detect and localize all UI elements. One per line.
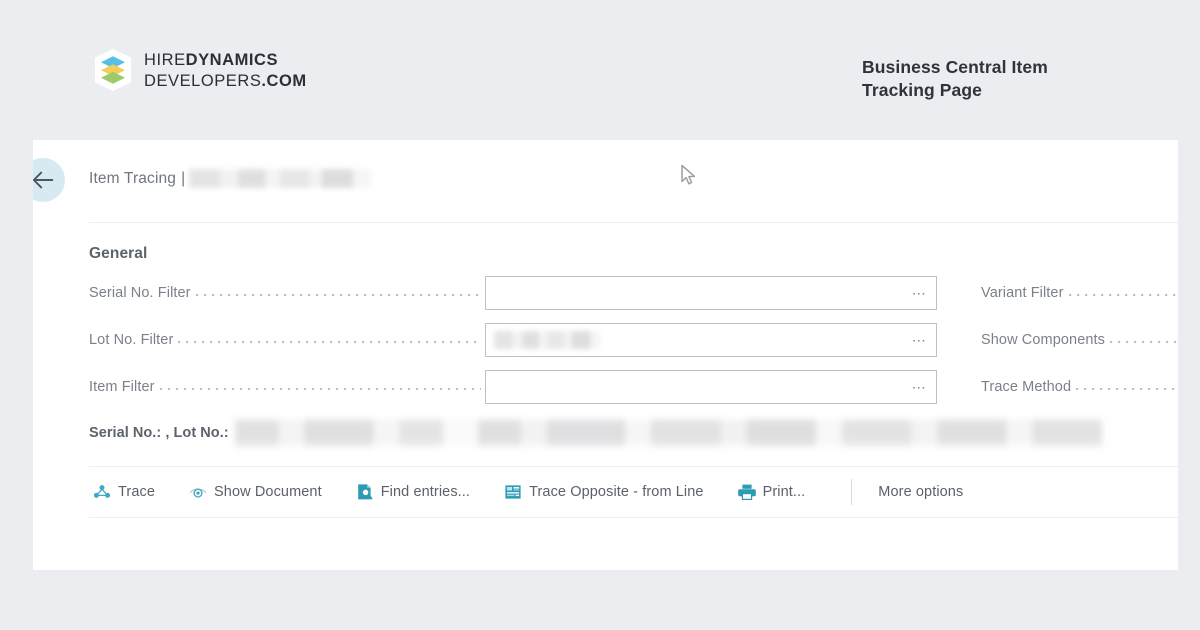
field-lot-no-filter: Lot No. Filter ⋯: [89, 323, 937, 357]
find-entries-magnifier-icon: [357, 484, 373, 500]
general-section: General Serial No. Filter ⋯ Variant Filt…: [33, 223, 1178, 466]
app-window-card: Item Tracing | General Serial No. Filter…: [33, 140, 1178, 570]
breadcrumb[interactable]: Item Tracing |: [89, 169, 372, 188]
brand-developers: DEVELOPERS: [144, 71, 262, 90]
field-label: Show Components: [981, 332, 1106, 348]
page-title: Business Central Item Tracking Page: [862, 57, 1048, 101]
app-topbar: Item Tracing |: [33, 140, 1178, 222]
dotted-leader: [1076, 382, 1178, 396]
item-filter-input[interactable]: ⋯: [485, 370, 937, 404]
field-label: Variant Filter: [981, 285, 1064, 301]
dotted-leader: [178, 335, 481, 349]
action-bar: Trace Show Document Find entries... Trac…: [33, 467, 1178, 517]
dotted-leader: [1068, 288, 1178, 302]
brand-line-2: DEVELOPERS.COM: [144, 71, 307, 91]
summary-label: Serial No.: , Lot No.:: [89, 425, 229, 441]
summary-value-redacted: [234, 419, 1102, 447]
form-row: Serial No. Filter ⋯ Variant Filter: [89, 272, 1178, 319]
trace-icon: [93, 485, 111, 498]
action-print[interactable]: Print...: [734, 477, 818, 507]
brand-dynamics: DYNAMICS: [185, 51, 279, 70]
action-label: Find entries...: [380, 484, 471, 500]
field-label: Lot No. Filter: [89, 332, 174, 348]
field-variant-filter: Variant Filter: [981, 276, 1178, 310]
back-button[interactable]: [33, 158, 65, 202]
action-show-document[interactable]: Show Document: [185, 477, 334, 507]
field-item-filter: Item Filter ⋯: [89, 370, 937, 404]
action-find-entries[interactable]: Find entries...: [352, 477, 482, 507]
printer-icon: [737, 484, 756, 501]
form-row: Lot No. Filter ⋯ Show Components: [89, 319, 1178, 366]
actionbar-bottom-divider: [89, 517, 1178, 518]
serial-lot-summary: Serial No.: , Lot No.:: [89, 416, 1178, 450]
serial-no-filter-input[interactable]: ⋯: [485, 276, 937, 310]
breadcrumb-separator: |: [181, 169, 186, 187]
dotted-leader: [1110, 335, 1178, 349]
brand-dotcom: .COM: [261, 71, 307, 90]
action-label: Show Document: [214, 484, 322, 500]
action-label: Print...: [762, 484, 806, 500]
more-options-button[interactable]: More options: [878, 484, 963, 500]
field-show-components: Show Components: [981, 323, 1178, 357]
dotted-leader: [195, 288, 481, 302]
back-arrow-icon: [33, 171, 54, 189]
action-trace-opposite-from-line[interactable]: Trace Opposite - from Line: [500, 477, 716, 507]
breadcrumb-value-redacted: [189, 169, 372, 188]
brand-logo[interactable]: HIREDYNAMICS DEVELOPERS.COM: [93, 48, 307, 92]
action-label: Trace Opposite - from Line: [529, 484, 704, 500]
brand-line-1: HIREDYNAMICS: [144, 50, 307, 70]
eye-show-document-icon: [189, 488, 207, 498]
section-title-general: General: [89, 245, 148, 262]
action-label: Trace: [118, 484, 156, 500]
field-label: Trace Method: [981, 379, 1072, 395]
action-bar-separator: [851, 479, 853, 505]
action-trace[interactable]: Trace: [89, 477, 167, 507]
ellipsis-lookup-icon[interactable]: ⋯: [912, 333, 927, 347]
field-trace-method: Trace Method: [981, 370, 1178, 404]
trace-opposite-grid-icon: [505, 485, 521, 499]
form-grid: Serial No. Filter ⋯ Variant Filter Lot N…: [89, 272, 1178, 450]
lot-no-filter-value-redacted: [494, 331, 601, 349]
stacked-layers-hexagon-logo-icon: [95, 49, 131, 91]
form-row: Item Filter ⋯ Trace Method: [89, 366, 1178, 413]
dotted-leader: [159, 382, 481, 396]
field-label: Item Filter: [89, 379, 155, 395]
breadcrumb-label: Item Tracing: [89, 169, 177, 187]
ellipsis-lookup-icon[interactable]: ⋯: [912, 380, 927, 394]
brand-wordmark: HIREDYNAMICS DEVELOPERS.COM: [144, 49, 307, 90]
lot-no-filter-input[interactable]: ⋯: [485, 323, 937, 357]
field-serial-no-filter: Serial No. Filter ⋯: [89, 276, 937, 310]
page-header: HIREDYNAMICS DEVELOPERS.COM Business Cen…: [0, 0, 1200, 140]
field-label: Serial No. Filter: [89, 285, 191, 301]
brand-hire: HIRE: [144, 51, 186, 70]
ellipsis-lookup-icon[interactable]: ⋯: [912, 286, 927, 300]
